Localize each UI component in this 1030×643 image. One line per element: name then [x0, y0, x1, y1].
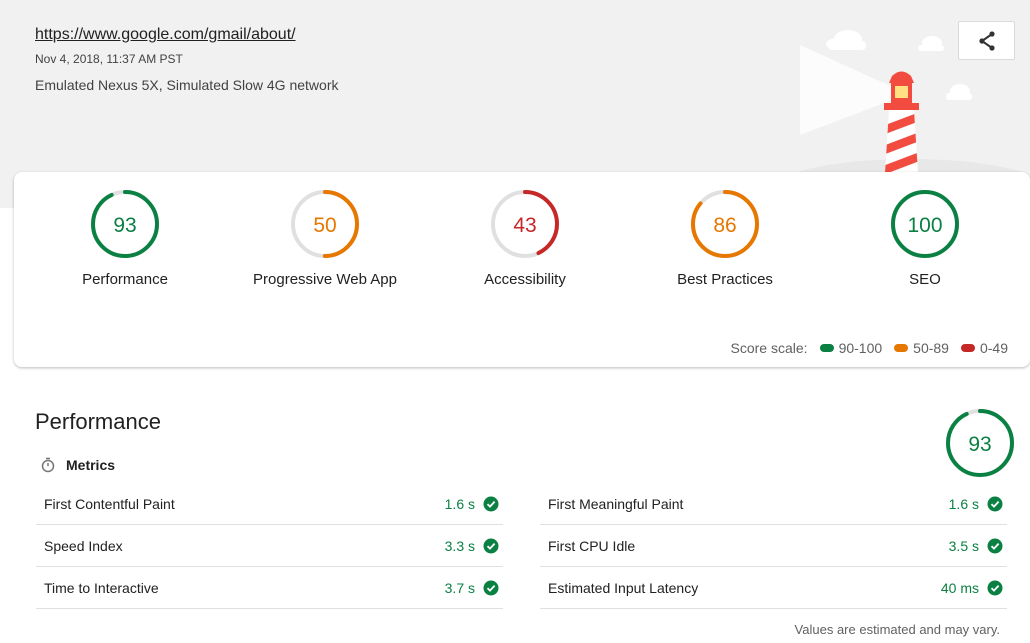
metrics-column-right: First Meaningful Paint 1.6 s First CPU I… — [540, 483, 1007, 609]
performance-gauge: 93 — [946, 409, 1014, 477]
metrics-title: Metrics — [66, 457, 116, 473]
average-indicator-icon — [894, 344, 909, 352]
stopwatch-icon — [41, 457, 55, 473]
gauge-label: Progressive Web App — [253, 271, 397, 288]
gauge-score: 50 — [313, 214, 336, 237]
metric-row: First CPU Idle 3.5 s — [540, 525, 1007, 567]
gauge-ring: 100 — [891, 190, 959, 258]
performance-section-title: Performance — [35, 409, 161, 434]
metric-name: Time to Interactive — [44, 579, 159, 596]
metric-name: First Contentful Paint — [44, 495, 175, 512]
gauge-score: 43 — [513, 214, 536, 237]
gauge-score: 93 — [113, 214, 136, 237]
gauge-ring: 50 — [291, 190, 359, 258]
metric-value: 1.6 s — [444, 495, 475, 512]
metric-row: First Contentful Paint 1.6 s — [36, 483, 503, 525]
scale-average-range: 50-89 — [913, 340, 949, 356]
scale-fail-range: 0-49 — [979, 340, 1008, 356]
metric-value: 1.6 s — [948, 495, 979, 512]
score-scale-legend: Score scale: 90-100 50-89 0-49 — [731, 340, 1008, 356]
report-url-link[interactable]: https://www.google.com/gmail/about/ — [35, 26, 296, 44]
fail-indicator-icon — [960, 344, 975, 352]
scale-pass-range: 90-100 — [838, 340, 883, 356]
metric-value: 3.3 s — [444, 537, 475, 554]
performance-score: 93 — [968, 433, 991, 456]
score-scale-label: Score scale: — [730, 340, 808, 356]
report-date: Nov 4, 2018, 11:37 AM PST — [35, 52, 183, 66]
pass-check-icon — [987, 496, 1003, 511]
metric-value: 3.7 s — [444, 579, 475, 596]
metric-value: 3.5 s — [948, 537, 979, 554]
metric-value: 40 ms — [940, 579, 979, 596]
pass-check-icon — [987, 538, 1003, 553]
lighthouse-illustration — [800, 30, 1026, 173]
gauge-label: Best Practices — [677, 271, 773, 288]
metric-name: Speed Index — [44, 537, 123, 554]
estimate-note: Values are estimated and may vary. — [794, 622, 1000, 637]
gauge-best-practices[interactable]: 86 Best Practices — [625, 188, 825, 288]
gauge-ring: 93 — [91, 190, 159, 258]
gauge-score: 100 — [907, 214, 942, 237]
metric-row: Speed Index 3.3 s — [36, 525, 503, 567]
gauge-pwa[interactable]: 50 Progressive Web App — [225, 188, 425, 288]
pass-check-icon — [483, 538, 499, 553]
gauge-seo[interactable]: 100 SEO — [825, 188, 1025, 288]
metric-row: Time to Interactive 3.7 s — [36, 567, 503, 609]
metric-row: First Meaningful Paint 1.6 s — [540, 483, 1007, 525]
metric-name: First CPU Idle — [548, 537, 636, 554]
gauge-ring: 86 — [691, 190, 759, 258]
report-environment: Emulated Nexus 5X, Simulated Slow 4G net… — [35, 77, 339, 93]
gauge-ring: 43 — [491, 190, 559, 258]
pass-check-icon — [483, 580, 499, 595]
gauge-accessibility[interactable]: 43 Accessibility — [425, 188, 625, 288]
gauge-score: 86 — [713, 214, 736, 237]
gauge-label: Performance — [82, 271, 168, 288]
gauge-label: Accessibility — [484, 271, 566, 288]
metrics-header: Metrics — [40, 457, 115, 473]
category-scores-card: 93 Performance 50 Progressive Web App 43… — [14, 172, 1030, 367]
pass-indicator-icon — [819, 344, 834, 352]
metric-row: Estimated Input Latency 40 ms — [540, 567, 1007, 609]
pass-check-icon — [987, 580, 1003, 595]
metric-name: Estimated Input Latency — [548, 579, 699, 596]
gauge-label: SEO — [909, 271, 941, 288]
gauge-performance[interactable]: 93 Performance — [25, 188, 225, 288]
pass-check-icon — [483, 496, 499, 511]
metric-name: First Meaningful Paint — [548, 495, 684, 512]
metrics-column-left: First Contentful Paint 1.6 s Speed Index… — [36, 483, 503, 609]
